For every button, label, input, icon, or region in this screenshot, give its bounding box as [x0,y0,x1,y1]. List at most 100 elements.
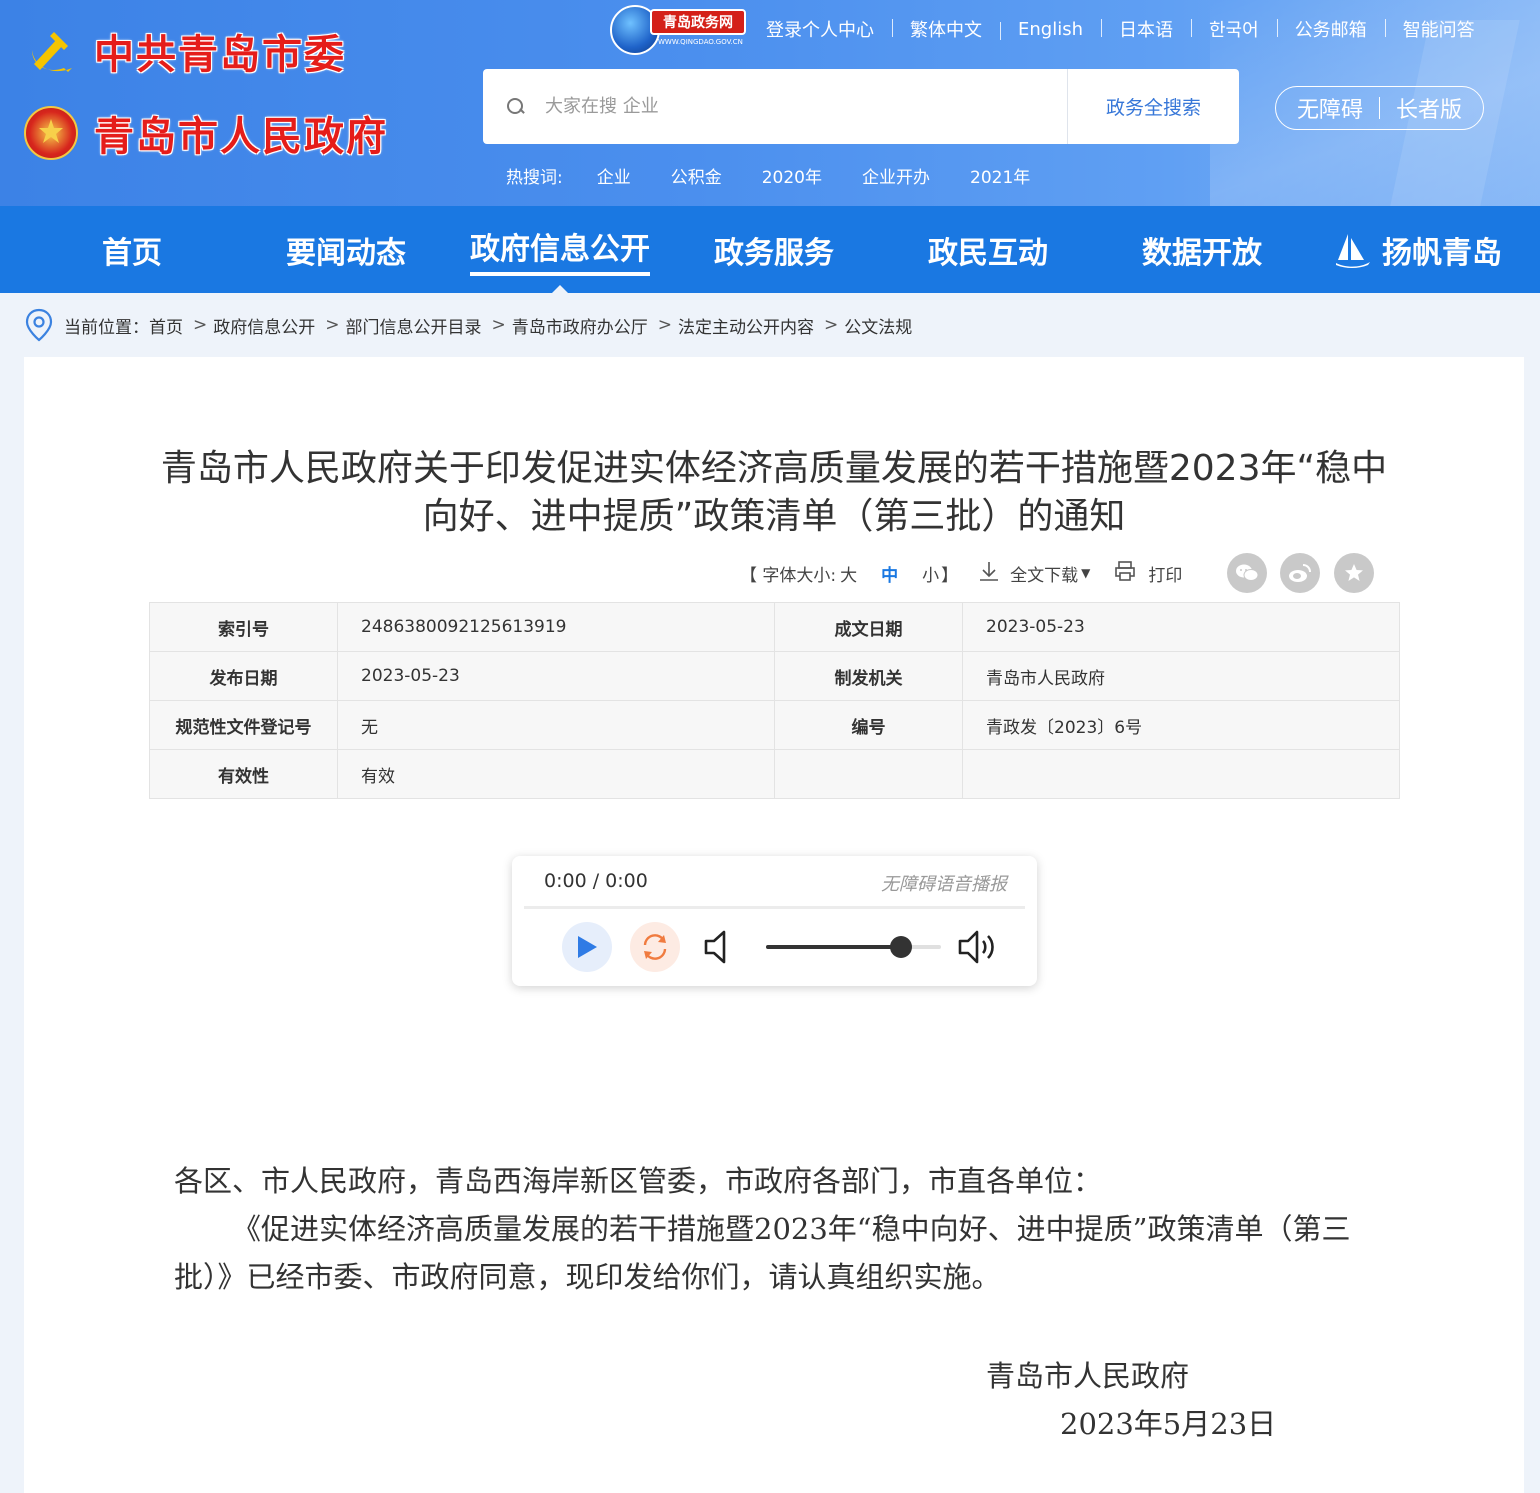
breadcrumb-item[interactable]: 法定主动公开内容 [678,313,814,338]
link-traditional-chinese[interactable]: 繁体中文 [892,16,1000,42]
print-label: 打印 [1148,565,1183,586]
top-links: 青岛政务网 WWW.QINGDAO.GOV.CN 登录个人中心 繁体中文 Eng… [610,2,1493,56]
nav-item-gov-info[interactable]: 政府信息公开 [470,206,650,293]
nav-item-open-data[interactable]: 数据开放 [1142,206,1262,293]
search-button[interactable]: 政务全搜索 [1067,69,1239,144]
breadcrumb-separator-icon: > [824,315,839,335]
nav-label: 数据开放 [1142,235,1262,271]
party-logo[interactable]: 中共青岛市委 [24,22,346,80]
play-button[interactable] [562,922,612,972]
portal-name: 青岛政务网 [650,9,746,35]
link-japanese[interactable]: 日本语 [1101,16,1191,42]
nav-item-services[interactable]: 政务服务 [714,206,834,293]
volume-fill [766,945,901,949]
player-title: 无障碍语音播报 [881,874,1007,895]
gov-logo[interactable]: 青岛市人民政府 [24,104,388,162]
sail-icon [1334,232,1372,268]
nav-label: 要闻动态 [286,235,406,271]
mute-button[interactable] [702,928,738,966]
meta-value-issuer: 青岛市人民政府 [962,651,1400,701]
meta-value-doc-no: 青政发〔2023〕6号 [962,700,1400,750]
link-smart-qa[interactable]: 智能问答 [1384,16,1493,42]
breadcrumb-item[interactable]: 首页 [149,313,183,338]
table-row: 发布日期 2023-05-23 制发机关 青岛市人民政府 [149,651,1400,701]
table-row: 规范性文件登记号 无 编号 青政发〔2023〕6号 [149,700,1400,750]
font-size-label: 【 字体大小: [740,565,837,586]
nav-label: 政府信息公开 [470,224,650,276]
meta-key-empty [774,749,963,799]
font-size-close: 】 [941,565,959,586]
volume-knob[interactable] [889,936,912,958]
breadcrumb-separator-icon: > [325,315,340,335]
portal-badge[interactable]: 青岛政务网 WWW.QINGDAO.GOV.CN [610,3,748,55]
divider [1379,97,1380,119]
volume-slider[interactable] [766,936,941,958]
link-english[interactable]: English [1000,19,1101,40]
progress-bar[interactable] [524,906,1025,909]
audio-player: 0:00 / 0:00 无障碍语音播报 [512,856,1037,986]
site-header: 中共青岛市委 青岛市人民政府 青岛政务网 WWW.QINGDAO.GOV.CN … [0,0,1540,206]
hot-word-item[interactable]: 企业开办 [862,163,930,188]
barrier-free-button[interactable]: 无障碍 [1297,92,1363,124]
body-paragraph: 《促进实体经济高质量发展的若干措施暨2023年“稳中向好、进中提质”政策清单（第… [174,1212,1351,1294]
breadcrumb-label: 当前位置： [64,317,149,338]
meta-value-index-no: 2486380092125613919 [337,602,775,652]
font-size-large[interactable]: 大 [840,561,857,586]
accessibility-toggle: 无障碍 长者版 [1275,86,1484,130]
meta-value-empty [962,749,1400,799]
breadcrumb-separator-icon: > [193,315,208,335]
share-wechat-button[interactable] [1227,553,1267,593]
elder-mode-button[interactable]: 长者版 [1396,92,1462,124]
breadcrumb-separator-icon: > [657,315,672,335]
nav-item-home[interactable]: 首页 [102,206,162,293]
print-button[interactable]: 打印 [1114,560,1182,587]
link-login[interactable]: 登录个人中心 [748,16,892,42]
nav-item-interaction[interactable]: 政民互动 [928,206,1048,293]
download-button[interactable]: 全文下载 ▼ [978,560,1090,587]
nav-item-news[interactable]: 要闻动态 [286,206,406,293]
caret-down-icon: ▼ [1081,566,1091,580]
signature: 青岛市人民政府 [986,1359,1190,1393]
breadcrumb-item[interactable]: 部门信息公开目录 [346,313,482,338]
star-icon [1345,564,1363,581]
font-size-small[interactable]: 小 [922,561,939,586]
loop-button[interactable] [630,922,680,972]
search-input[interactable] [545,96,1045,117]
table-row: 索引号 2486380092125613919 成文日期 2023-05-23 [149,602,1400,652]
link-official-mail[interactable]: 公务邮箱 [1276,16,1385,42]
party-emblem-icon [24,24,78,78]
breadcrumb-item[interactable]: 青岛市政府办公厅 [512,313,648,338]
table-row: 有效性 有效 [149,749,1400,799]
speaker-mute-icon [704,930,726,964]
printer-icon [1114,560,1136,587]
meta-key: 规范性文件登记号 [149,700,338,750]
meta-value-written-date: 2023-05-23 [962,602,1400,652]
hot-word-item[interactable]: 企业 [597,163,631,188]
meta-key: 编号 [774,700,963,750]
meta-value-validity: 有效 [337,749,775,799]
font-size-medium[interactable]: 中 [881,561,898,586]
volume-max-button[interactable] [957,928,999,966]
issue-date: 2023年5月23日 [1060,1407,1277,1441]
hot-word-item[interactable]: 公积金 [671,163,722,188]
link-korean[interactable]: 한국어 [1191,16,1277,42]
hot-words: 热搜词: 企业 公积金 2020年 企业开办 2021年 [506,163,1070,188]
portal-url: WWW.QINGDAO.GOV.CN [658,38,743,46]
hot-word-item[interactable]: 2021年 [970,163,1030,188]
loop-icon [643,934,667,960]
meta-key: 索引号 [149,602,338,652]
search-box: 政务全搜索 [483,69,1239,144]
share-weibo-button[interactable] [1280,553,1320,593]
favorite-button[interactable] [1334,553,1374,593]
nav-label: 政民互动 [928,235,1048,271]
meta-key: 制发机关 [774,651,963,701]
main-nav: 首页 要闻动态 政府信息公开 政务服务 政民互动 数据开放 扬帆青岛 [0,206,1540,293]
nav-label: 扬帆青岛 [1382,235,1502,271]
nav-item-sail-qingdao[interactable]: 扬帆青岛 [1334,206,1502,293]
breadcrumb: 当前位置： 首页 > 政府信息公开 > 部门信息公开目录 > 青岛市政府办公厅 … [24,306,912,344]
nav-label: 首页 [102,235,162,271]
breadcrumb-item[interactable]: 公文法规 [844,313,912,338]
breadcrumb-item[interactable]: 政府信息公开 [213,313,315,338]
hot-word-item[interactable]: 2020年 [762,163,822,188]
doc-toolbar: 【 字体大小: 大 中 小 】 全文下载 ▼ 打印 [740,553,1182,593]
